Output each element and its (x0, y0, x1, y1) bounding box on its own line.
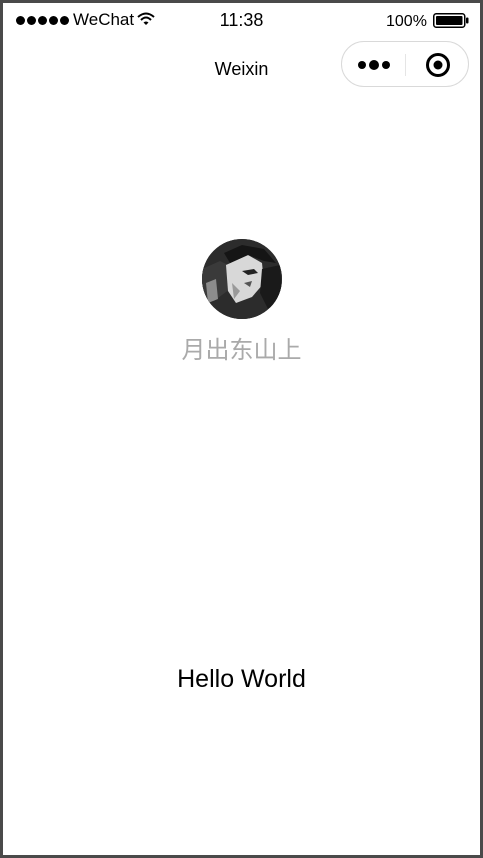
avatar[interactable] (202, 239, 282, 319)
capsule-divider (405, 54, 406, 76)
battery-icon (433, 13, 469, 28)
status-bar: WeChat 11:38 100% (3, 3, 480, 39)
more-dots-icon[interactable] (357, 59, 391, 71)
battery-percentage: 100% (386, 13, 427, 30)
motto-text: Hello World (177, 665, 306, 693)
capsule-menu (341, 41, 469, 87)
user-nickname: 月出东山上 (181, 336, 302, 364)
avatar-image (202, 239, 282, 319)
target-circle-icon[interactable] (425, 52, 451, 78)
phone-frame: WeChat 11:38 100% Weixin 月出东山上 Hello Wor… (0, 0, 483, 858)
navigation-bar: Weixin (3, 39, 480, 93)
